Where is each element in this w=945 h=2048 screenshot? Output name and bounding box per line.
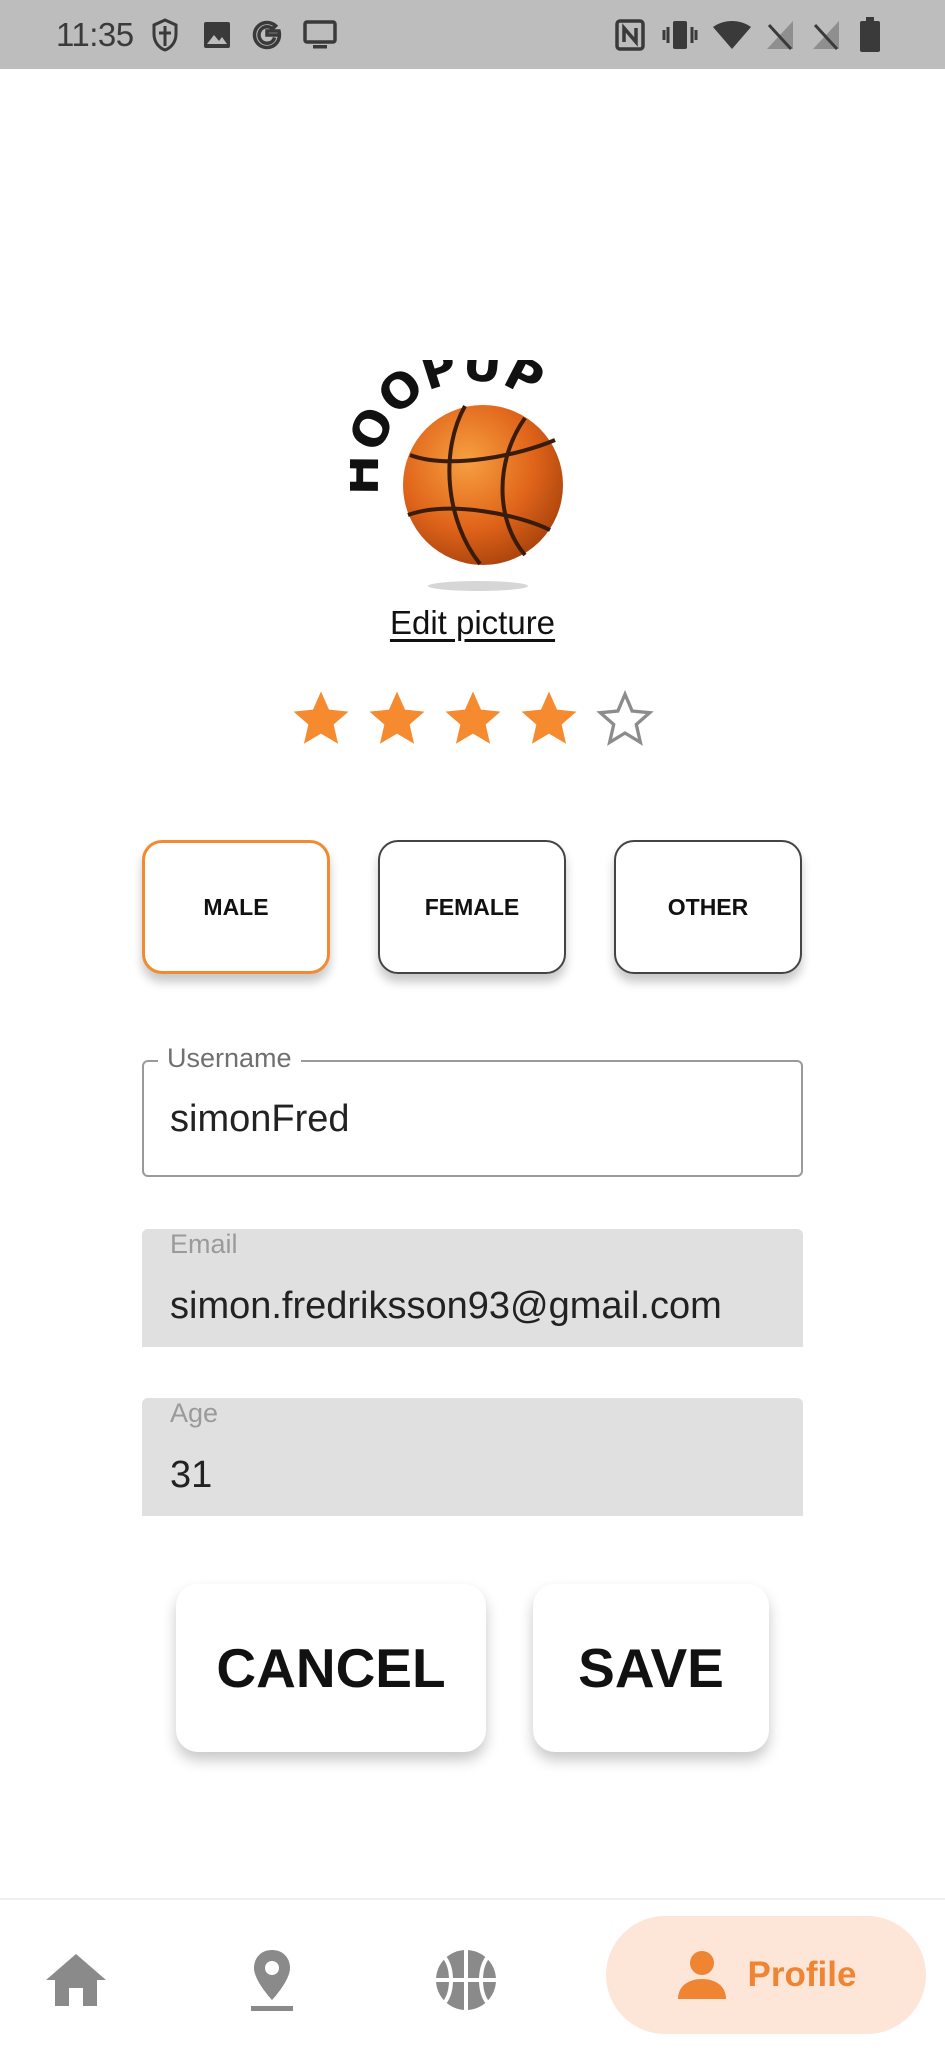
shield-icon [150, 17, 180, 53]
star-filled-icon[interactable] [440, 686, 506, 752]
save-button[interactable]: SAVE [533, 1584, 769, 1752]
username-input[interactable]: simonFred [170, 1098, 350, 1141]
nav-home[interactable] [36, 1940, 116, 2020]
location-icon [251, 1950, 293, 2011]
cast-icon [302, 17, 338, 53]
star-filled-icon[interactable] [516, 686, 582, 752]
wifi-icon [712, 17, 752, 53]
gallery-icon [202, 17, 232, 53]
gender-male-button[interactable]: MALE [142, 840, 330, 974]
gender-other-button[interactable]: OTHER [614, 840, 802, 974]
email-label: Email [170, 1229, 238, 1259]
bottom-navigation: Profile [0, 1898, 945, 2048]
vibrate-icon [662, 17, 698, 53]
basketball-icon [436, 1950, 496, 2010]
star-filled-icon[interactable] [288, 686, 354, 752]
rating-stars[interactable] [288, 686, 658, 756]
no-sim-icon [810, 17, 842, 53]
status-bar: 11:35 [0, 0, 945, 69]
nfc-icon [614, 17, 646, 53]
profile-logo: HOOPUP [334, 336, 590, 600]
nav-basketball[interactable] [426, 1940, 506, 2020]
battery-icon [856, 17, 884, 53]
google-icon [250, 17, 284, 53]
person-icon [677, 1951, 726, 1999]
username-label: Username [158, 1043, 301, 1074]
age-value: 31 [170, 1454, 213, 1496]
no-sim-icon [764, 17, 796, 53]
home-icon [46, 1954, 106, 2006]
edit-picture-link[interactable]: Edit picture [0, 604, 945, 642]
age-label: Age [170, 1398, 219, 1428]
gender-female-button[interactable]: FEMALE [378, 840, 566, 974]
cancel-button[interactable]: CANCEL [176, 1584, 486, 1752]
email-value: simon.fredriksson93@gmail.com [170, 1285, 722, 1327]
nav-profile-label: Profile [747, 1955, 857, 1994]
username-field[interactable]: Username simonFred [142, 1043, 803, 1177]
age-field: Age 31 [142, 1398, 803, 1516]
nav-profile[interactable]: Profile [606, 1916, 926, 2034]
star-filled-icon[interactable] [364, 686, 430, 752]
star-outline-icon[interactable] [592, 686, 658, 752]
status-time: 11:35 [56, 16, 134, 53]
email-field: Email simon.fredriksson93@gmail.com [142, 1229, 803, 1347]
nav-location[interactable] [232, 1940, 312, 2020]
